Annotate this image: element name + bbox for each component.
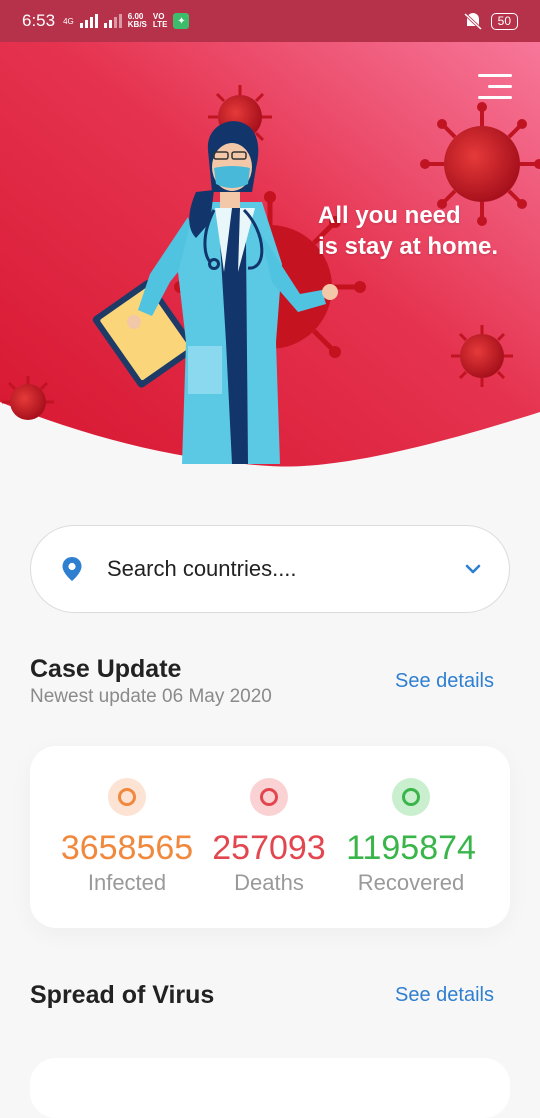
menu-button[interactable] [474,72,512,102]
menu-bar-icon [488,85,512,88]
virus-right-icon [451,325,513,387]
stat-recovered: 1195874 Recovered [336,778,486,896]
network-speed: 6.00 KB/S [127,12,147,29]
deaths-label: Deaths [234,870,304,895]
recovered-count: 1195874 [346,829,476,867]
recovered-status-icon [392,778,430,816]
spread-map-card [30,1058,510,1118]
infected-label: Infected [87,870,167,895]
case-update-title: Case Update [30,655,182,683]
chevron-down-icon[interactable] [465,564,481,574]
hero-headline: All you need is stay at home. [318,202,499,260]
signal-2-icon [103,14,122,28]
location-pin-icon [62,557,82,581]
infected-status-icon [108,778,146,816]
infected-count: 3658565 [60,829,194,867]
app-notification-icon: ✦ [173,13,190,29]
signal-icon [79,14,98,28]
spread-see-details-link[interactable]: See details [395,984,494,1007]
case-update-see-details-link[interactable]: See details [395,670,494,693]
status-bar: 6:53 4G 6.00 KB/S VO LTE ✦ 50 [0,0,540,42]
network-type: 4G [63,16,74,26]
menu-bar-icon [478,96,512,99]
deaths-count: 257093 [212,829,326,867]
recovered-label: Recovered [357,870,465,895]
case-update-subtitle: Newest update 06 May 2020 [30,686,272,707]
spread-of-virus-title: Spread of Virus [30,981,215,1009]
stat-deaths: 257093 Deaths [194,778,344,896]
case-stats-card: 3658565 Infected 257093 Deaths 1195874 R… [30,746,510,928]
menu-bar-icon [478,74,512,77]
status-time: 6:53 [22,11,56,30]
country-search-dropdown[interactable] [30,525,510,613]
stat-infected: 3658565 Infected [52,778,202,896]
status-icons: 4G 6.00 KB/S VO LTE ✦ [63,12,190,29]
volte-indicator: VO LTE [152,12,168,29]
search-input[interactable] [107,556,465,582]
battery-indicator: 50 [490,12,518,30]
deaths-status-icon [250,778,288,816]
status-right: 50 [463,12,518,30]
mute-vibrate-icon [463,12,482,30]
hero-banner: All you need is stay at home. [0,42,540,472]
